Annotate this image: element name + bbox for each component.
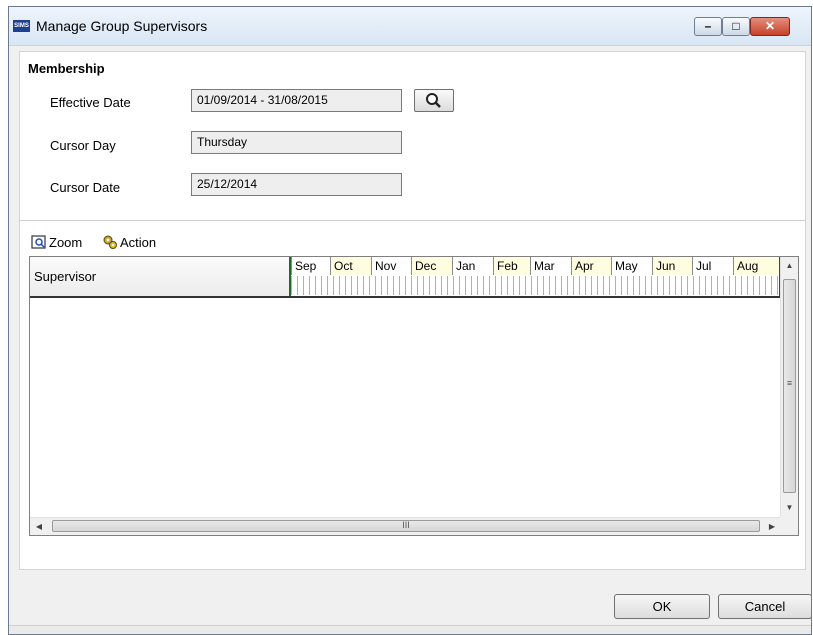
month-mar: Mar	[530, 257, 571, 275]
scroll-up-arrow-icon[interactable]: ▲	[781, 257, 798, 275]
cursor-date-field: 25/12/2014	[191, 173, 402, 196]
zoom-button[interactable]: Zoom	[31, 233, 82, 251]
maximize-icon: □	[732, 19, 740, 33]
month-dec: Dec	[411, 257, 452, 275]
maximize-button[interactable]: □	[722, 17, 750, 36]
month-oct: Oct	[330, 257, 371, 275]
status-bar	[9, 625, 811, 634]
title-bar[interactable]: SIMS Manage Group Supervisors – □ ✕	[9, 7, 811, 46]
month-timeline-header: Sep Oct Nov Dec Jan Feb Mar Apr May Jun …	[291, 257, 781, 296]
section-divider	[20, 220, 805, 221]
cursor-day-field: Thursday	[191, 131, 402, 154]
supervisor-timeline-grid[interactable]: Supervisor Sep Oct Nov Dec Jan Feb Mar A…	[29, 256, 799, 536]
scrollbar-corner	[780, 517, 798, 535]
horizontal-scrollbar[interactable]: ◀ III ▶	[30, 517, 781, 535]
vertical-scroll-thumb[interactable]: ≡	[783, 279, 796, 493]
vertical-scrollbar[interactable]: ▲ ≡ ▼	[780, 257, 798, 517]
manage-group-supervisors-window: SIMS Manage Group Supervisors – □ ✕ Memb…	[8, 6, 812, 635]
effective-date-field[interactable]: 01/09/2014 - 31/08/2015	[191, 89, 402, 112]
month-jul: Jul	[692, 257, 733, 275]
magnifier-icon	[426, 93, 441, 108]
month-jan: Jan	[452, 257, 493, 275]
month-aug: Aug	[733, 257, 781, 275]
vertical-scroll-grip: ≡	[786, 378, 793, 388]
minimize-icon: –	[704, 19, 712, 33]
zoom-icon	[31, 235, 46, 249]
membership-group-title: Membership	[28, 61, 105, 76]
month-apr: Apr	[571, 257, 611, 275]
action-button[interactable]: Action	[102, 233, 156, 251]
grid-header: Supervisor Sep Oct Nov Dec Jan Feb Mar A…	[30, 257, 781, 298]
month-nov: Nov	[371, 257, 411, 275]
cursor-day-label: Cursor Day	[50, 138, 116, 153]
sims-app-icon: SIMS	[13, 20, 30, 32]
cancel-button[interactable]: Cancel	[718, 594, 811, 619]
day-tick-marks	[291, 276, 781, 295]
zoom-label: Zoom	[49, 234, 83, 250]
scroll-left-arrow-icon[interactable]: ◀	[30, 518, 48, 536]
action-label: Action	[120, 234, 157, 250]
scroll-down-arrow-icon[interactable]: ▼	[781, 499, 798, 517]
horizontal-scroll-thumb[interactable]: III	[52, 520, 760, 532]
close-icon: ✕	[764, 19, 776, 33]
month-feb: Feb	[493, 257, 530, 275]
month-jun: Jun	[652, 257, 692, 275]
horizontal-scroll-grip: III	[402, 520, 410, 530]
month-may: May	[611, 257, 652, 275]
close-button[interactable]: ✕	[750, 17, 790, 36]
cursor-date-label: Cursor Date	[50, 180, 121, 195]
minimize-button[interactable]: –	[694, 17, 722, 36]
window-title: Manage Group Supervisors	[36, 18, 208, 34]
month-sep: Sep	[291, 257, 330, 275]
effective-date-lookup-button[interactable]	[414, 89, 454, 112]
gears-icon	[103, 235, 117, 249]
membership-panel: Membership Effective Date 01/09/2014 - 3…	[19, 51, 806, 570]
effective-date-label: Effective Date	[50, 95, 131, 110]
ok-button[interactable]: OK	[614, 594, 710, 619]
supervisor-column-label: Supervisor	[34, 269, 97, 284]
scroll-right-arrow-icon[interactable]: ▶	[763, 518, 781, 536]
supervisor-column-header[interactable]: Supervisor	[30, 257, 291, 296]
